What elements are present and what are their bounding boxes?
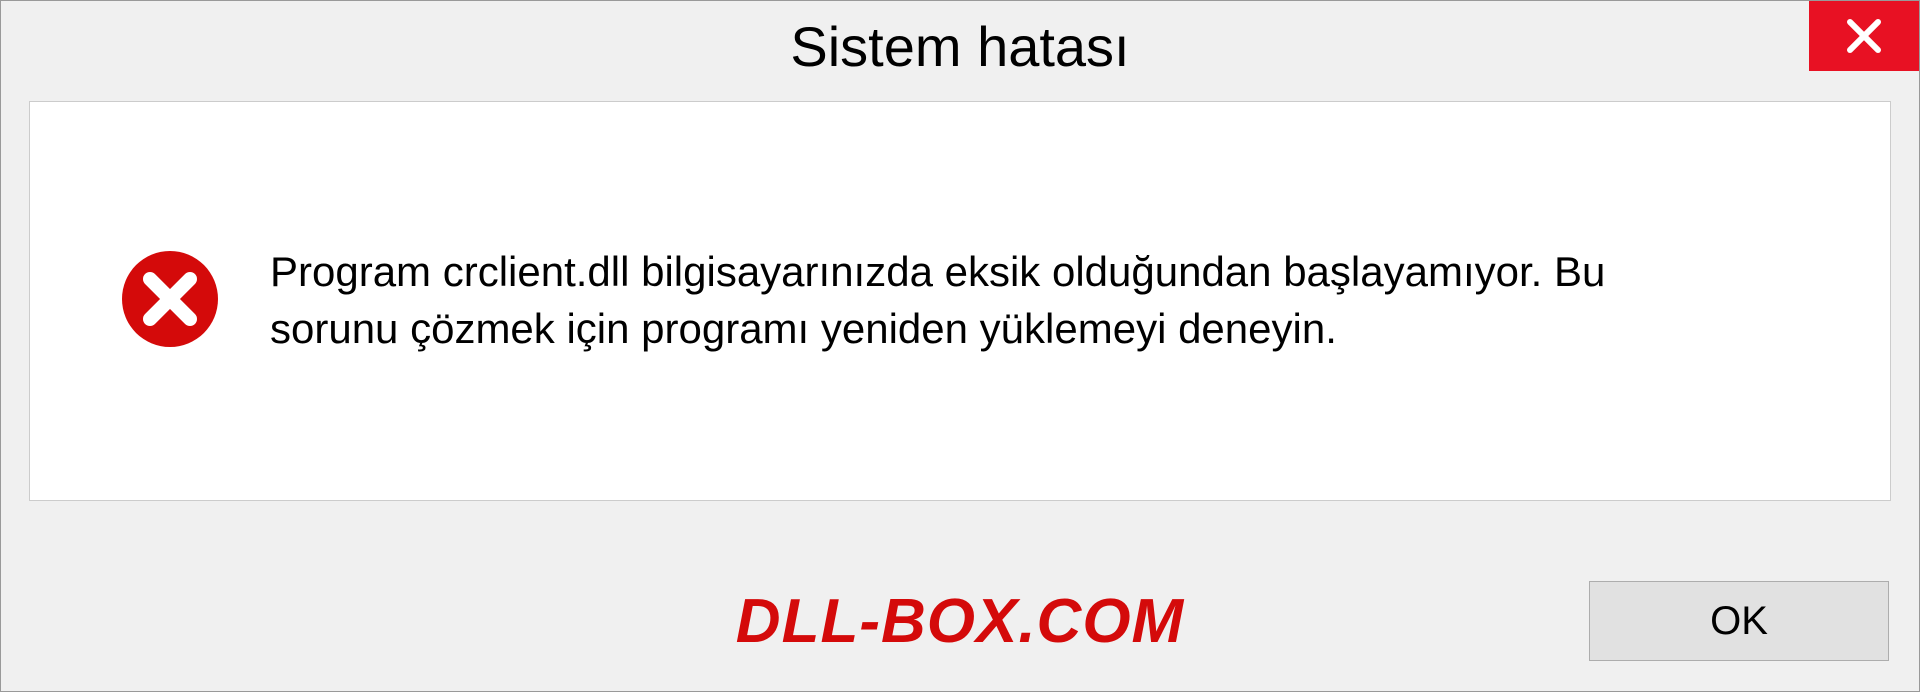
dialog-title: Sistem hatası — [790, 14, 1129, 79]
dialog-footer: DLL-BOX.COM OK — [1, 581, 1919, 661]
error-icon-wrap — [120, 249, 220, 354]
error-message: Program crclient.dll bilgisayarınızda ek… — [270, 244, 1670, 357]
content-panel: Program crclient.dll bilgisayarınızda ek… — [29, 101, 1891, 501]
content-outer: Program crclient.dll bilgisayarınızda ek… — [29, 101, 1891, 501]
close-icon — [1844, 16, 1884, 56]
watermark-text: DLL-BOX.COM — [736, 586, 1184, 657]
error-icon — [120, 249, 220, 349]
ok-button[interactable]: OK — [1589, 581, 1889, 661]
close-button[interactable] — [1809, 1, 1919, 71]
titlebar: Sistem hatası — [1, 1, 1919, 91]
error-dialog-window: Sistem hatası Program crclient.dll bilgi… — [0, 0, 1920, 692]
